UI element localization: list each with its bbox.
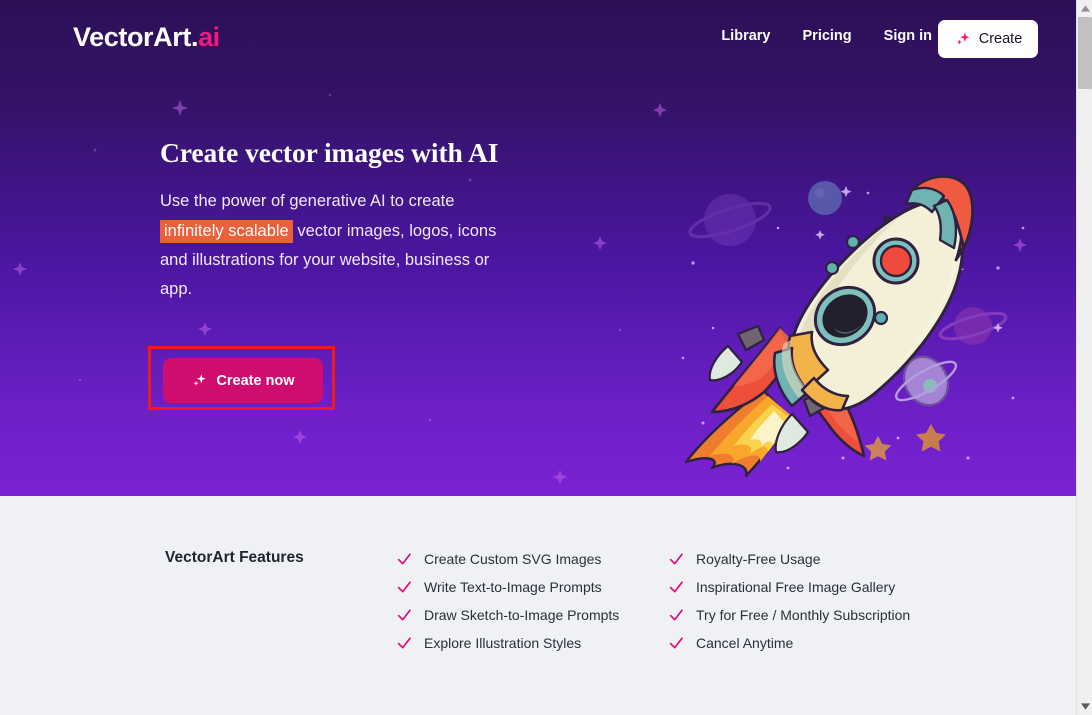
scrollbar-down-arrow[interactable] bbox=[1077, 698, 1092, 715]
browser-viewport: VectorArt.ai Library Pricing Sign in Cre… bbox=[0, 0, 1076, 715]
feature-label: Write Text-to-Image Prompts bbox=[424, 579, 602, 595]
feature-item: Write Text-to-Image Prompts bbox=[396, 573, 619, 601]
feature-item: Royalty-Free Usage bbox=[668, 545, 910, 573]
scrollbar-up-arrow[interactable] bbox=[1077, 0, 1092, 17]
feature-item: Explore Illustration Styles bbox=[396, 629, 619, 657]
hero-subtitle-highlight: infinitely scalable bbox=[160, 219, 293, 243]
create-now-button[interactable]: Create now bbox=[163, 358, 323, 403]
nav-link-library[interactable]: Library bbox=[721, 28, 770, 44]
feature-label: Royalty-Free Usage bbox=[696, 551, 821, 567]
features-heading: VectorArt Features bbox=[165, 549, 304, 566]
top-navigation-bar: VectorArt.ai Library Pricing Sign in Cre… bbox=[0, 0, 1076, 78]
feature-item: Draw Sketch-to-Image Prompts bbox=[396, 601, 619, 629]
feature-label: Draw Sketch-to-Image Prompts bbox=[424, 607, 620, 623]
hero-subtitle-part1: Use the power of generative AI to create bbox=[160, 192, 455, 211]
check-icon bbox=[669, 637, 683, 649]
create-button[interactable]: Create bbox=[938, 20, 1038, 58]
feature-item: Create Custom SVG Images bbox=[396, 545, 619, 573]
logo-text-dot: . bbox=[190, 22, 199, 52]
page-root: VectorArt.ai Library Pricing Sign in Cre… bbox=[0, 0, 1092, 715]
scrollbar-thumb[interactable] bbox=[1078, 17, 1092, 89]
features-column-1: Create Custom SVG Images Write Text-to-I… bbox=[396, 545, 619, 657]
feature-item: Try for Free / Monthly Subscription bbox=[668, 601, 910, 629]
feature-label: Explore Illustration Styles bbox=[424, 635, 582, 651]
check-icon bbox=[669, 609, 683, 621]
logo-text-main: VectorArt bbox=[73, 22, 191, 52]
nav-links: Library Pricing Sign in bbox=[721, 28, 932, 44]
check-icon bbox=[397, 581, 411, 593]
logo-text-ai: ai bbox=[198, 22, 220, 52]
features-column-2: Royalty-Free Usage Inspirational Free Im… bbox=[668, 545, 910, 657]
hero-copy: Create vector images with AI Use the pow… bbox=[160, 138, 530, 304]
star-decoration bbox=[864, 424, 946, 461]
feature-label: Cancel Anytime bbox=[696, 635, 794, 651]
create-now-button-label: Create now bbox=[216, 372, 295, 389]
hero-subtitle: Use the power of generative AI to create… bbox=[160, 187, 520, 304]
feature-item: Inspirational Free Image Gallery bbox=[668, 573, 910, 601]
chevron-up-icon bbox=[1080, 5, 1090, 12]
sparkle-icon bbox=[194, 374, 207, 386]
create-button-label: Create bbox=[978, 31, 1023, 47]
planet-decoration-top bbox=[808, 181, 842, 215]
hero-section: VectorArt.ai Library Pricing Sign in Cre… bbox=[0, 0, 1076, 496]
check-icon bbox=[669, 581, 683, 593]
hero-title: Create vector images with AI bbox=[160, 137, 499, 168]
check-icon bbox=[397, 553, 411, 565]
planet-decoration-left bbox=[688, 194, 772, 246]
nav-link-pricing[interactable]: Pricing bbox=[803, 28, 852, 44]
cta-annotation-box: Create now bbox=[148, 346, 335, 410]
vertical-scrollbar[interactable] bbox=[1076, 0, 1092, 715]
check-icon bbox=[397, 609, 411, 621]
site-logo[interactable]: VectorArt.ai bbox=[73, 24, 220, 51]
feature-item: Cancel Anytime bbox=[668, 629, 910, 657]
feature-label: Inspirational Free Image Gallery bbox=[696, 579, 896, 595]
nav-link-sign-in[interactable]: Sign in bbox=[884, 28, 932, 44]
chevron-down-icon bbox=[1080, 703, 1090, 710]
check-icon bbox=[397, 637, 411, 649]
rocket-illustration bbox=[681, 175, 1025, 478]
rocket-porthole-red bbox=[872, 237, 920, 285]
check-icon bbox=[669, 553, 683, 565]
feature-label: Try for Free / Monthly Subscription bbox=[696, 607, 911, 623]
sparkle-icon bbox=[956, 32, 970, 45]
feature-label: Create Custom SVG Images bbox=[424, 551, 602, 567]
